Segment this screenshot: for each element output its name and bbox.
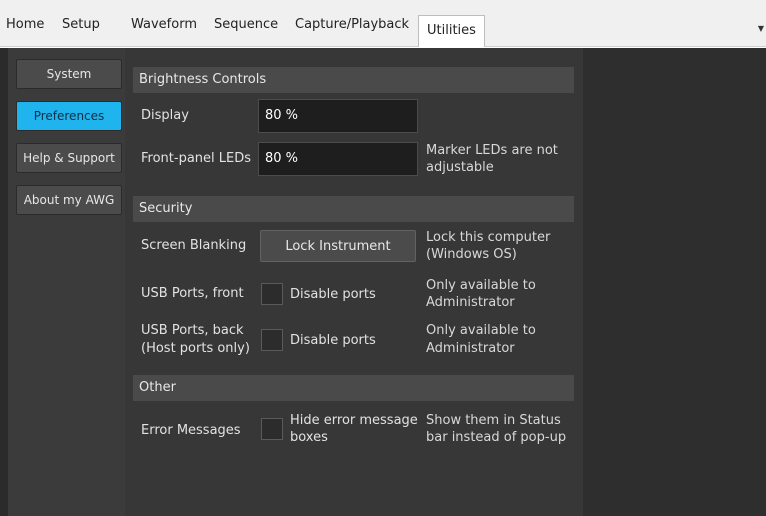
leds-note-line2: adjustable — [426, 160, 494, 175]
display-brightness-input[interactable]: 80 % — [258, 99, 418, 133]
usb-back-checkbox-label[interactable]: Disable ports — [290, 332, 376, 349]
hide-errors-label-line2[interactable]: boxes — [290, 429, 328, 446]
tab-utilities[interactable]: Utilities — [418, 15, 485, 47]
section-other: Other — [133, 375, 574, 401]
section-security: Security — [133, 196, 574, 222]
usb-back-label-line2: (Host ports only) — [141, 341, 250, 356]
lock-note-line1: Lock this computer — [426, 230, 551, 245]
usb-front-note-line1: Only available to — [426, 278, 536, 293]
hide-errors-checkbox[interactable] — [261, 418, 283, 440]
menu-bar: Home Setup Waveform Sequence Capture/Pla… — [0, 0, 766, 47]
lock-instrument-button[interactable]: Lock Instrument — [260, 230, 416, 262]
sidebar-item-about[interactable]: About my AWG — [16, 185, 122, 215]
errors-note-line1: Show them in Status — [426, 413, 561, 428]
front-panel-leds-input[interactable]: 80 % — [258, 142, 418, 176]
usb-back-note-line2: Administrator — [426, 341, 515, 356]
lock-note-line2: (Windows OS) — [426, 247, 517, 262]
display-label: Display — [141, 108, 189, 123]
tab-home[interactable]: Home — [6, 14, 44, 36]
usb-back-label-line1: USB Ports, back — [141, 323, 244, 338]
front-panel-leds-label: Front-panel LEDs — [141, 151, 252, 166]
tab-sequence[interactable]: Sequence — [214, 14, 278, 36]
usb-back-checkbox[interactable] — [261, 329, 283, 351]
tab-capture-playback[interactable]: Capture/Playback — [295, 14, 409, 36]
usb-front-checkbox[interactable] — [261, 283, 283, 305]
sidebar-item-preferences[interactable]: Preferences — [16, 101, 122, 131]
tab-setup[interactable]: Setup — [62, 14, 100, 36]
hide-errors-label-line1[interactable]: Hide error message — [290, 412, 418, 429]
chevron-down-icon[interactable]: ▼ — [758, 24, 764, 33]
section-brightness: Brightness Controls — [133, 67, 574, 93]
leds-note-line1: Marker LEDs are not — [426, 143, 558, 158]
errors-note-line2: bar instead of pop-up — [426, 430, 567, 445]
error-messages-label: Error Messages — [141, 423, 241, 438]
sidebar-item-system[interactable]: System — [16, 59, 122, 89]
usb-front-label: USB Ports, front — [141, 286, 244, 301]
sidebar-item-help-support[interactable]: Help & Support — [16, 143, 122, 173]
usb-back-note-line1: Only available to — [426, 323, 536, 338]
usb-front-checkbox-label[interactable]: Disable ports — [290, 286, 376, 303]
tab-waveform[interactable]: Waveform — [131, 14, 197, 36]
usb-front-note-line2: Administrator — [426, 295, 515, 310]
screen-blanking-label: Screen Blanking — [141, 238, 247, 253]
